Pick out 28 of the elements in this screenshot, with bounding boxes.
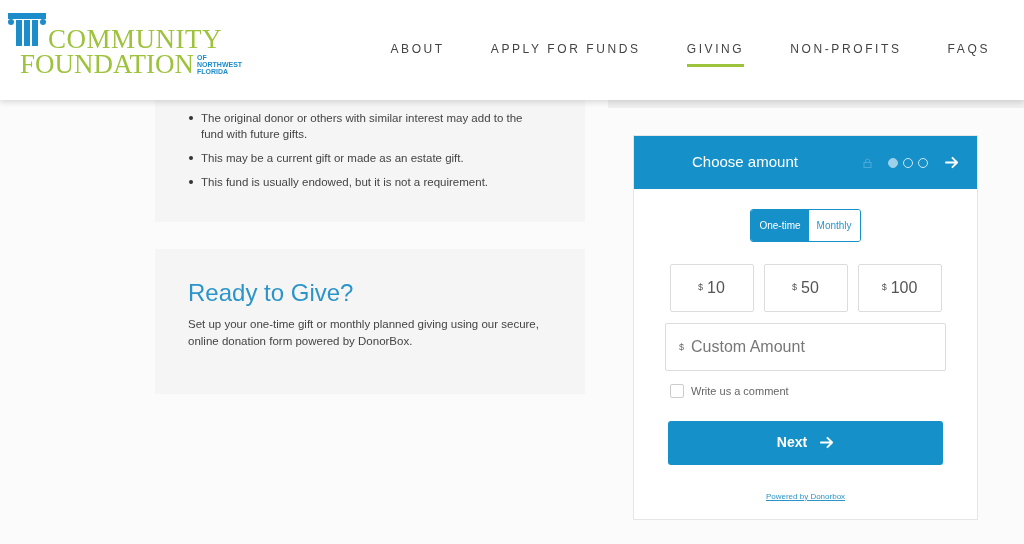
arrow-right-icon xyxy=(819,435,835,450)
nav-link[interactable]: FAQS xyxy=(947,40,990,67)
logo-wordmark: COMMUNITY xyxy=(48,27,223,51)
comment-checkbox[interactable] xyxy=(670,384,684,399)
amount-option[interactable]: $ 10 xyxy=(669,264,754,312)
bullet-icon xyxy=(189,156,193,160)
amount-option[interactable]: $ 50 xyxy=(763,264,848,312)
form-title: Choose amount xyxy=(692,152,798,173)
nav-link[interactable]: NON-PROFITS xyxy=(790,40,902,67)
nav-link[interactable]: APPLY FOR FUNDS xyxy=(490,40,641,67)
bullet-text: This may be a current gift or made as an estate gift. xyxy=(201,151,464,166)
checkbox-label: Write us a comment xyxy=(691,384,789,399)
nav-link[interactable]: ABOUT xyxy=(390,40,445,67)
logo-wordmark: FOUNDATION xyxy=(20,51,194,77)
nav-link[interactable]: GIVING xyxy=(686,40,745,67)
next-button[interactable]: Next xyxy=(668,420,943,465)
currency-symbol: $ xyxy=(679,341,684,354)
lock-icon xyxy=(863,157,872,168)
bullet-icon xyxy=(189,180,193,184)
bullet-text: This fund is usually endowed, but it is not a requirement. xyxy=(201,175,489,190)
section-text: Set up your one-time gift or monthly planned giving using our secure, online donation form powered by DonorBox. xyxy=(188,317,540,349)
powered-by-link[interactable]: Powered by Donorbox xyxy=(765,490,846,503)
arrow-right-icon xyxy=(944,155,959,170)
section-title: Ready to Give? xyxy=(188,279,355,307)
bullet-text: The original donor or others with similar interest may add to the fund with future gifts. xyxy=(201,111,524,142)
bullet-icon xyxy=(189,116,193,120)
frequency-toggle[interactable]: One-time xyxy=(751,210,809,241)
amount-option[interactable]: $ 100 xyxy=(857,264,942,312)
